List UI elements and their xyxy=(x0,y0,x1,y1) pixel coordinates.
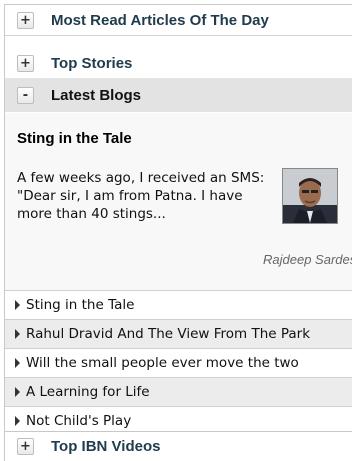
section-title-most-read[interactable]: Most Read Articles Of The Day xyxy=(51,12,269,29)
list-item[interactable]: Will the small people ever move the two xyxy=(5,348,352,377)
expand-icon[interactable]: + xyxy=(17,437,34,455)
section-title-top-stories[interactable]: Top Stories xyxy=(51,55,132,72)
author-portrait-icon[interactable] xyxy=(282,168,338,224)
author-portrait-icon-graphic xyxy=(283,169,337,223)
list-item-label[interactable]: Will the small people ever move the two xyxy=(26,355,299,371)
section-top-ibn-videos[interactable]: + Top IBN Videos xyxy=(5,432,352,460)
section-title-latest-blogs[interactable]: Latest Blogs xyxy=(51,87,141,104)
collapse-icon[interactable]: - xyxy=(17,86,34,104)
expand-icon[interactable]: + xyxy=(17,11,34,29)
section-most-read[interactable]: + Most Read Articles Of The Day xyxy=(5,5,352,35)
bullet-arrow-icon xyxy=(15,329,20,339)
section-title-top-ibn-videos[interactable]: Top IBN Videos xyxy=(51,438,160,455)
section-top-stories[interactable]: + Top Stories xyxy=(5,48,352,78)
divider xyxy=(5,35,352,36)
list-item-label[interactable]: A Learning for Life xyxy=(26,384,150,400)
bullet-arrow-icon xyxy=(15,300,20,310)
list-item[interactable]: Rahul Dravid And The View From The Park xyxy=(5,319,352,348)
bullet-arrow-icon xyxy=(15,387,20,397)
list-item[interactable]: Sting in the Tale xyxy=(5,290,352,319)
list-item-label[interactable]: Rahul Dravid And The View From The Park xyxy=(26,326,310,342)
list-item-label[interactable]: Not Child's Play xyxy=(26,413,131,429)
bullet-arrow-icon xyxy=(15,358,20,368)
featured-post-excerpt: A few weeks ago, I received an SMS: "Dea… xyxy=(17,170,265,222)
sidebar-widget: + Most Read Articles Of The Day + Top St… xyxy=(4,4,352,461)
section-latest-blogs[interactable]: - Latest Blogs xyxy=(5,78,352,112)
featured-post: Sting in the Tale A few weeks ago, I rec… xyxy=(5,113,352,290)
list-item-label[interactable]: Sting in the Tale xyxy=(26,297,134,313)
featured-post-title[interactable]: Sting in the Tale xyxy=(17,130,132,147)
author-name[interactable]: Rajdeep Sardesai xyxy=(263,252,352,267)
bullet-arrow-icon xyxy=(15,416,20,426)
expand-icon[interactable]: + xyxy=(17,54,34,72)
list-item[interactable]: A Learning for Life xyxy=(5,377,352,406)
